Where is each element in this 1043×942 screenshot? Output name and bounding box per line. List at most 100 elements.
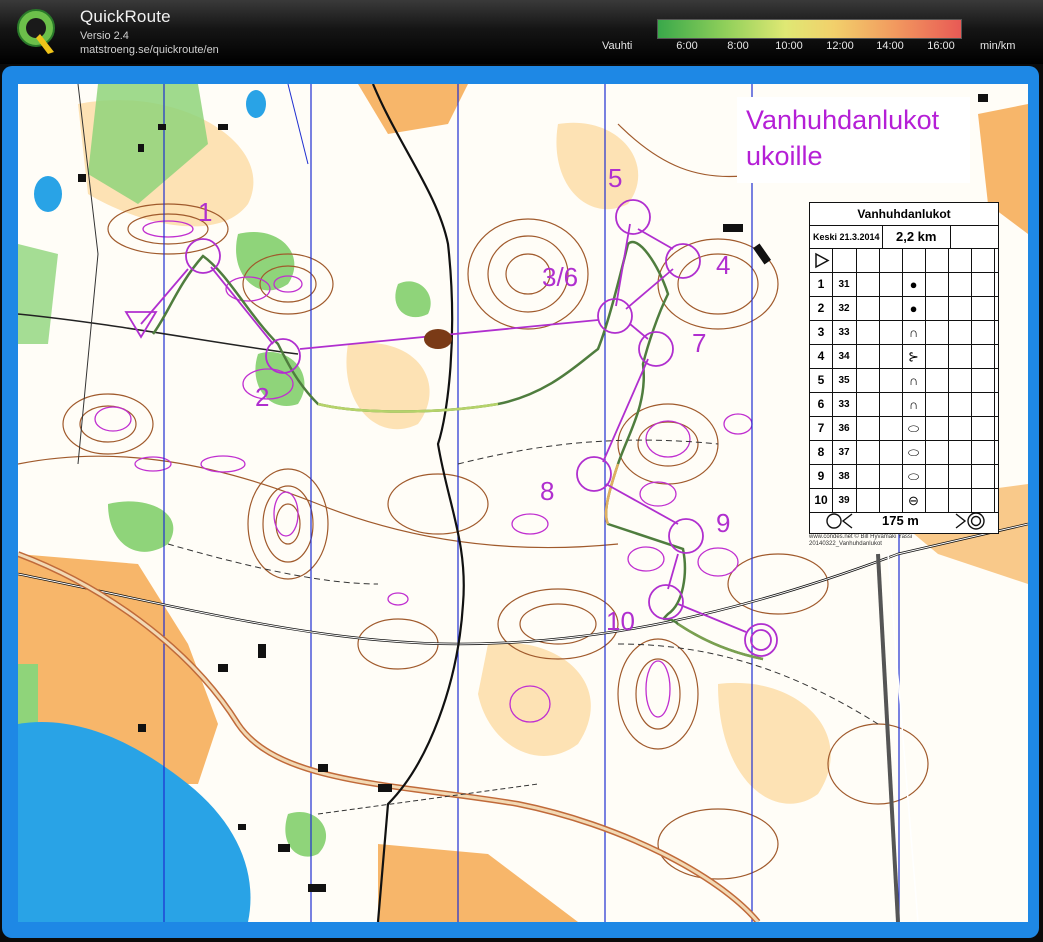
cd-empty-cell [856, 273, 880, 296]
cd-empty-cell [971, 417, 995, 440]
control-circle-7[interactable] [638, 331, 674, 367]
control-number-2: 2 [255, 382, 269, 412]
control-circle-9[interactable] [668, 518, 704, 554]
knoll-dot-icon: ● [902, 297, 926, 320]
cd-empty-cell [879, 465, 903, 488]
hill-icon: ⬭ [902, 465, 926, 488]
cd-control-row: 5 35 ∩ [810, 369, 998, 393]
cd-empty-cell [971, 369, 995, 392]
cd-empty-cell [879, 345, 903, 368]
map-credit-line2: 20140322_Vanhuhdanlukot [809, 541, 882, 547]
cd-empty-cell [925, 273, 949, 296]
cd-control-number: 6 [810, 393, 833, 416]
spur-icon: ∩ [902, 321, 926, 344]
cd-empty-cell [856, 297, 880, 320]
cd-empty-cell [879, 441, 903, 464]
cd-control-code: 33 [832, 393, 857, 416]
cd-title: Vanhuhdanlukot [810, 203, 998, 226]
cd-course-name: Keski 21.3.2014 [813, 232, 880, 242]
cd-empty-cell [925, 345, 949, 368]
cd-empty-cell [879, 393, 903, 416]
cd-course-row: Keski 21.3.2014 2,2 km [810, 226, 998, 249]
cd-start-row [810, 249, 998, 273]
app-version: Versio 2.4 [80, 30, 129, 42]
cd-empty-cell [948, 345, 972, 368]
cd-control-number: 8 [810, 441, 833, 464]
cd-control-row: 6 33 ∩ [810, 393, 998, 417]
cd-control-number: 2 [810, 297, 833, 320]
cd-empty-cell [879, 273, 903, 296]
cd-control-row: 4 34 ⊱ [810, 345, 998, 369]
cd-empty-cell [856, 441, 880, 464]
cd-control-number: 1 [810, 273, 833, 296]
pace-ticks: 6:00 8:00 10:00 12:00 14:00 16:00 [657, 40, 960, 54]
app-url[interactable]: matstroeng.se/quickroute/en [80, 44, 219, 56]
cd-empty-cell [856, 321, 880, 344]
cd-empty-cell [971, 393, 995, 416]
cd-empty-cell [879, 417, 903, 440]
control-number-9: 9 [716, 508, 730, 538]
hill-icon: ⬭ [902, 441, 926, 464]
cd-control-code: 37 [832, 441, 857, 464]
finish-outer-circle[interactable] [744, 623, 778, 657]
cd-empty-cell [879, 297, 903, 320]
cd-empty-cell [879, 321, 903, 344]
cd-control-number: 7 [810, 417, 833, 440]
cd-empty-cell [925, 321, 949, 344]
cd-control-number: 9 [810, 465, 833, 488]
control-number-8: 8 [540, 476, 554, 506]
hill-icon: ⬭ [902, 417, 926, 440]
cd-control-row: 1 31 ● [810, 273, 998, 297]
pace-tick: 6:00 [676, 40, 698, 52]
cd-empty-cell [856, 417, 880, 440]
cd-control-code: 33 [832, 321, 857, 344]
map-title-line1: Vanhuhdanlukot [746, 105, 940, 135]
control-circle-4[interactable] [665, 243, 701, 279]
course-lines [124, 223, 747, 633]
control-number-1: 1 [198, 197, 212, 227]
control-circle-8[interactable] [576, 456, 612, 492]
app-header: QuickRoute Versio 2.4 matstroeng.se/quic… [0, 0, 1043, 64]
cd-empty-cell [948, 273, 972, 296]
cd-empty-cell [948, 465, 972, 488]
map-title-box: Vanhuhdanlukot ukoille [737, 97, 970, 183]
cd-empty-cell [971, 273, 995, 296]
cd-control-row: 9 38 ⬭ [810, 465, 998, 489]
cd-control-row: 8 37 ⬭ [810, 441, 998, 465]
cd-empty-cell [879, 369, 903, 392]
cd-empty-cell [971, 321, 995, 344]
pace-color-scale [657, 19, 962, 39]
hill-peak-marker [424, 329, 452, 349]
pace-tick: 14:00 [876, 40, 904, 52]
cd-empty-cell [856, 465, 880, 488]
cd-empty-cell [971, 345, 995, 368]
cd-course-length: 2,2 km [896, 229, 937, 244]
start-triangle-icon [815, 252, 830, 269]
cd-control-number: 5 [810, 369, 833, 392]
cd-empty-cell [948, 417, 972, 440]
pace-label: Vauhti [602, 40, 633, 52]
cd-empty-cell [971, 465, 995, 488]
control-number-3-6: 3/6 [542, 262, 578, 292]
cd-control-code: 38 [832, 465, 857, 488]
cd-empty-cell [971, 297, 995, 320]
control-description-sheet: Vanhuhdanlukot Keski 21.3.2014 2,2 km 13… [809, 202, 999, 534]
control-number-4: 4 [716, 250, 730, 280]
cd-empty-cell [971, 441, 995, 464]
cd-empty-cell [925, 393, 949, 416]
re-entrant-icon: ⊱ [902, 345, 926, 368]
cd-empty-cell [948, 441, 972, 464]
control-circle-5[interactable] [615, 199, 651, 235]
cd-control-number: 3 [810, 321, 833, 344]
cd-empty-cell [925, 297, 949, 320]
cd-control-number: 4 [810, 345, 833, 368]
knoll-dot-icon: ● [902, 273, 926, 296]
cd-control-code: 31 [832, 273, 857, 296]
finish-inner-circle [750, 629, 772, 651]
quickroute-q-logo-icon [17, 9, 55, 54]
map-credit-line1: www.condes.net © Bill Hyvämäki Yassi [809, 534, 913, 540]
cd-control-row: 7 36 ⬭ [810, 417, 998, 441]
control-circle-3-6[interactable] [597, 298, 633, 334]
pace-tick: 12:00 [826, 40, 854, 52]
cd-empty-cell [948, 321, 972, 344]
